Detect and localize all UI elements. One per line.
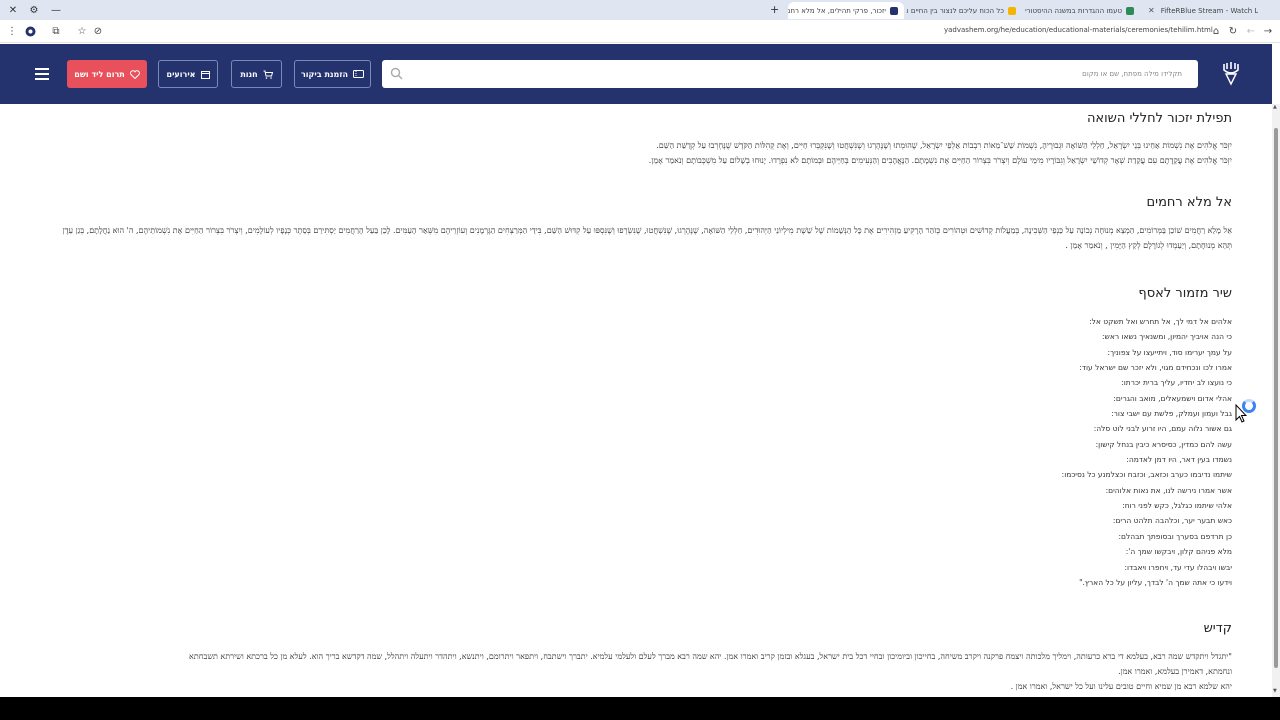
more-vertical-icon[interactable]: ⋮ (6, 25, 18, 37)
extension-logo-icon[interactable] (24, 25, 36, 37)
main-content: תפילת יזכור לחללי השואה יִזְכֹּר אֱלֹהִי… (0, 104, 1272, 697)
menu-hamburger-icon[interactable] (35, 68, 49, 80)
el-male-text: אֵל מָלֵא רַחֲמִים שׁוֹכֵן בַּמְּרוֹמִים… (62, 226, 1232, 250)
tab-title: כל הכוח עליכם לנצור בין החיים וב (906, 6, 1004, 15)
shop-label: חנות (240, 69, 258, 79)
home-icon[interactable]: ⌂ (1210, 25, 1222, 37)
psalm-line: מלא פניהם קלון, ויבקשו שמך ה': (1125, 547, 1232, 557)
minimize-icon[interactable]: — (49, 3, 63, 17)
psalm-lines: אלהים אל דמי לך, אל תחרש ואל תשקט אל: כי… (832, 314, 1232, 590)
search-input[interactable] (406, 60, 1186, 88)
shop-button[interactable]: חנות (231, 60, 282, 88)
new-tab-button[interactable]: + (770, 3, 779, 16)
book-visit-label: הזמנת ביקור (300, 69, 349, 79)
el-male-section: אל מלא רחמים אֵל מָלֵא רַחֲמִים שׁוֹכֵן … (52, 195, 1232, 253)
close-tab-icon[interactable]: ✕ (1148, 6, 1155, 15)
yizkor-line: יִזְכֹּר אֱלֹהִים אֶת עֲקֵדָתָם עִם עֲקֵ… (648, 156, 1232, 165)
page-scrollbar[interactable] (1272, 104, 1280, 697)
tracking-eye-icon[interactable]: ⊘ (92, 25, 104, 37)
psalm-line: נשמדו בעין דאר, היו דמן לאדמה: (1126, 455, 1232, 465)
close-window-icon[interactable]: ✕ (6, 3, 20, 17)
yizkor-line: יִזְכֹּר אֱלֹהִים אֶת נִשְׁמוֹת אַחֵינוּ… (656, 141, 1232, 150)
address-bar: ⋮ ⧉ ☆ ⊘ yadvashem.org/he/education/educa… (0, 20, 1280, 43)
url-text[interactable]: yadvashem.org/he/education/educational-m… (944, 26, 1213, 34)
psalm-line: אשר אמרו נירשה לנו, את נאות אלוהים: (1105, 485, 1232, 495)
psalm-title: שיר מזמור לאסף (1138, 286, 1232, 301)
events-label: אירועים (166, 69, 196, 79)
kaddish-line: ונחמתא, דאמירן בעלמא, ואמרו אמן. (1118, 667, 1232, 676)
search-icon[interactable] (390, 67, 403, 80)
kaddish-section: קדיש "יתגדל ויתקדש שמה רבא, בעלמא די ברא… (42, 621, 1232, 694)
ticket-icon (353, 70, 365, 78)
bookmark-star-icon[interactable]: ☆ (76, 25, 88, 37)
tab-title: יזכור, פרקי תהילים, אל מלא רחמ (788, 6, 886, 15)
psalm-line: גבל ועמון ועמלק, פלשת עם ישבי צור: (1111, 409, 1232, 419)
tab-favicon-icon (1126, 6, 1134, 15)
events-button[interactable]: אירועים (158, 60, 218, 88)
tab-strip: ✕ ⚙ — + יזכור, פרקי תהילים, אל מלא רחמ ✕… (0, 0, 1280, 20)
el-male-title: אל מלא רחמים (1146, 195, 1232, 210)
browser-window: ✕ ⚙ — + יזכור, פרקי תהילים, אל מלא רחמ ✕… (0, 0, 1280, 697)
calendar-icon (200, 70, 210, 79)
tab-4[interactable]: ✕ FifteRBlue Stream - Watch Live (1142, 2, 1258, 19)
extensions-puzzle-icon[interactable]: ⧉ (50, 25, 62, 37)
forward-icon[interactable]: → (1262, 25, 1274, 37)
psalm-line: יבשו ויבהלו עדי עד, ויחפרו ויאבדו: (1124, 562, 1232, 572)
heart-icon (129, 69, 140, 79)
psalm-line: כאש תבער יער, וכלהבה תלהט הרים: (1112, 516, 1232, 526)
yad-vashem-logo-icon[interactable] (1220, 60, 1242, 88)
donate-label: תרום ליד ושם (74, 69, 125, 79)
psalm-line: וידעו כי אתה שמך ה' לבדך, עליון על כל הא… (1079, 577, 1232, 587)
kaddish-title: קדיש (1203, 621, 1232, 636)
yadvashem-favicon-icon (890, 6, 898, 15)
psalm-line: גם אשור נלוה עמם, היו זרוע לבני לוט סלה: (1093, 424, 1232, 434)
psalm-line: כן תרדפם בסערך ובסופתך תבהלם: (1118, 531, 1233, 541)
tab-2[interactable]: כל הכוח עליכם לנצור בין החיים וב ✕ (906, 2, 1022, 19)
yizkor-title: תפילת יזכור לחללי השואה (1086, 111, 1232, 126)
psalm-line: אלהים אל דמי לך, אל תחרש ואל תשקט אל: (1089, 317, 1232, 326)
site-header: תרום ליד ושם אירועים חנות הזמנת ביקור (0, 44, 1272, 104)
search-box (382, 60, 1198, 88)
kaddish-line: יהא שלמא רבא מן שמיא וחיים טובים עלינו ו… (1010, 682, 1232, 691)
psalm-line: על עמך יערימו סוד, ויתייעצו על צפוניך: (1107, 347, 1232, 357)
psalm-line: כי הנה אויביך יהמיון, ומשנאיך נשאו ראש: (1102, 332, 1232, 342)
mouse-cursor-icon (1235, 404, 1247, 423)
donate-button[interactable]: תרום ליד ושם (67, 60, 147, 88)
book-visit-button[interactable]: הזמנת ביקור (294, 60, 371, 88)
psalm-section: שיר מזמור לאסף אלהים אל דמי לך, אל תחרש … (832, 286, 1232, 590)
screen-bottom-bar (0, 697, 1280, 720)
settings-icon[interactable]: ⚙ (27, 3, 41, 17)
back-icon[interactable]: ← (1245, 25, 1257, 37)
tab-favicon-icon (1008, 6, 1016, 15)
psalm-line: אהלי אדום וישמעאלים, מואב והגרים: (1113, 393, 1232, 403)
psalm-line: כי נועצו לב יחדיו, עליך ברית יכרתו: (1121, 378, 1232, 388)
yizkor-section: תפילת יזכור לחללי השואה יִזְכֹּר אֱלֹהִי… (532, 111, 1232, 168)
kaddish-line: "יתגדל ויתקדש שמה רבא, בעלמא די ברא כרעו… (189, 652, 1232, 661)
psalm-line: עשה להם כמדין, כסיסרא כיבין בנחל קישון: (1095, 439, 1232, 449)
reload-icon[interactable]: ↻ (1227, 25, 1239, 37)
psalm-line: אמרו לכו ונכחידם מגוי, ולא יזכר שם ישראל… (1079, 363, 1232, 373)
cart-icon (263, 70, 273, 79)
tab-title: FifteRBlue Stream - Watch Live (1160, 6, 1258, 15)
tab-active[interactable]: יזכור, פרקי תהילים, אל מלא רחמ ✕ (788, 2, 904, 19)
psalm-line: אלהי שיתמו כגלגל, כקש לפני רוח: (1122, 501, 1232, 511)
tab-3[interactable]: טעמו ההגדרות במשנה ההיסטורי ✕ (1024, 2, 1140, 19)
tab-title: טעמו ההגדרות במשנה ההיסטורי (1025, 6, 1122, 15)
scroll-up-arrow-icon[interactable]: ▲ (1273, 104, 1277, 110)
scrollbar-thumb[interactable] (1274, 128, 1278, 668)
scroll-down-arrow-icon[interactable]: ▼ (1273, 688, 1277, 694)
psalm-line: שיתמו נדיבמו כערב וכזאב, וכזבח וכצלמנע כ… (1061, 470, 1232, 480)
